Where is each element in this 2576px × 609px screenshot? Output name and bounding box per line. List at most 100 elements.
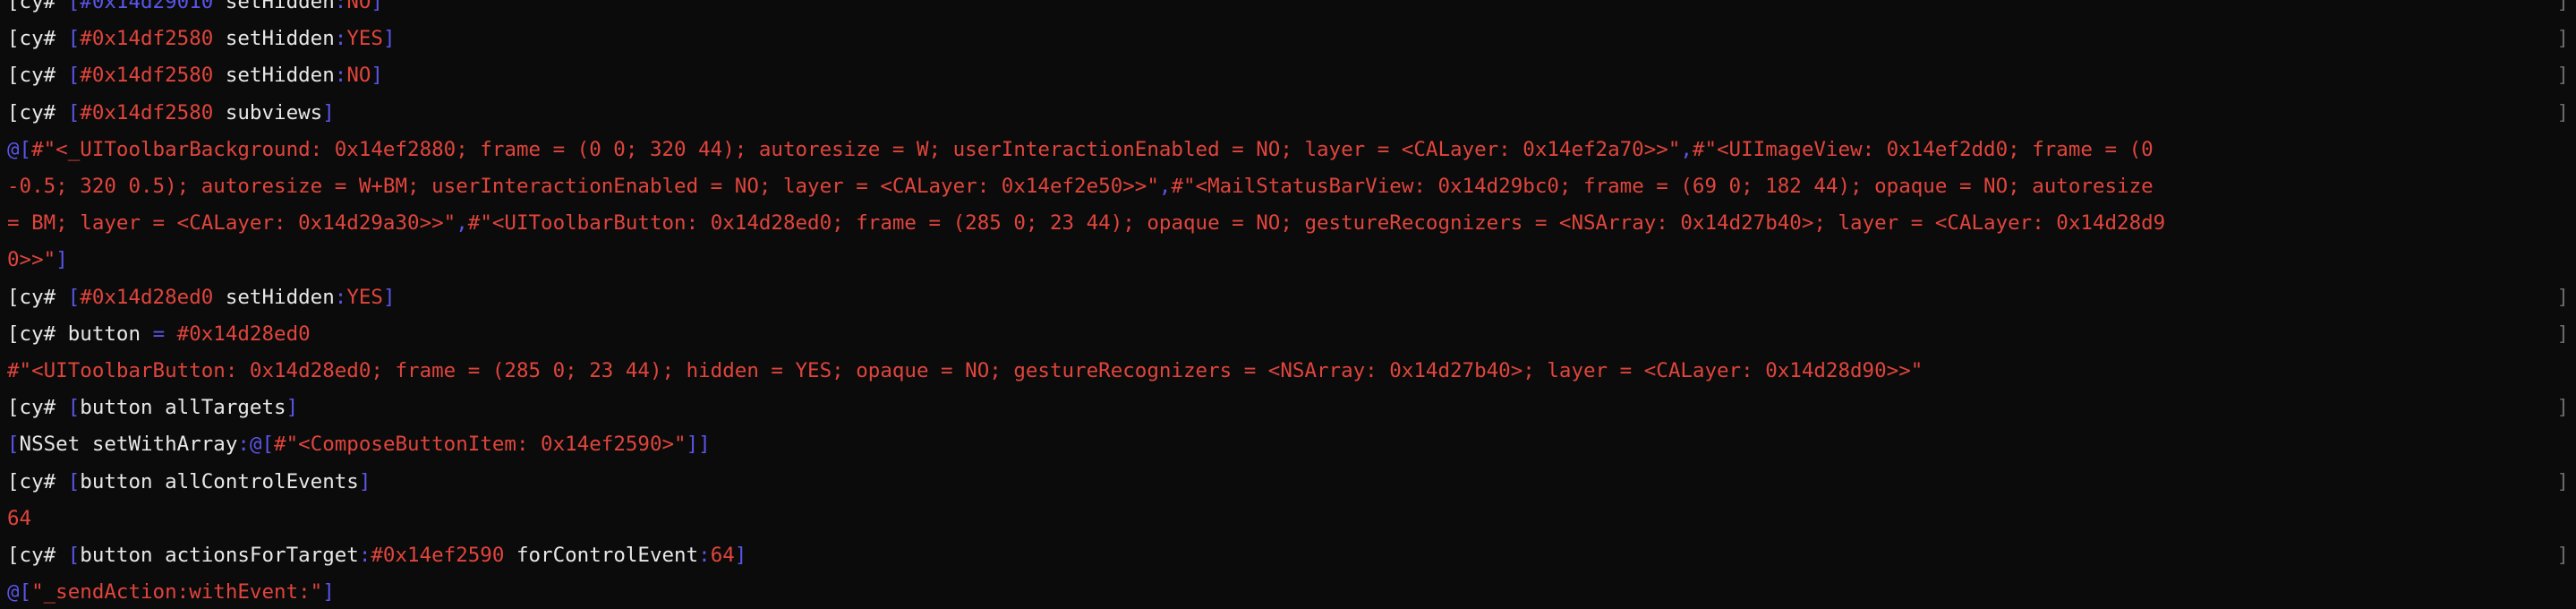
terminal-token: setHidden — [213, 27, 335, 51]
terminal-line: -0.5; 320 0.5); autoresize = W+BM; userI… — [0, 169, 2576, 203]
terminal-line-text: #"<UIToolbarButton: 0x14d28ed0; frame = … — [7, 354, 1923, 388]
terminal-token: button — [67, 322, 153, 346]
terminal-line-text: @[#"<_UIToolbarBackground: 0x14ef2880; f… — [7, 133, 2154, 167]
terminal-window[interactable]: [cy# [#0x14d29010 setHidden:NO]] [cy# [#0… — [0, 0, 2576, 604]
terminal-line-text: [cy# [#0x14d29010 setHidden:NO] — [7, 0, 383, 19]
terminal-token: 64 — [7, 506, 32, 530]
terminal-line-text: [cy# [#0x14df2580 setHidden:YES] — [7, 21, 396, 56]
terminal-token: #0x14df2580 — [80, 64, 214, 88]
terminal-token: : — [237, 433, 250, 457]
terminal-token: ] — [382, 285, 396, 309]
terminal-token: -0.5; 320 0.5); autoresize = W+BM; userI… — [7, 175, 1159, 198]
terminal-token: = — [152, 322, 166, 346]
terminal-token: # — [274, 433, 286, 457]
terminal-token: : — [334, 27, 347, 51]
terminal-token: ] — [322, 100, 335, 124]
terminal-token: @[ — [7, 137, 32, 161]
terminal-line: [cy# button = #0x14d28ed0] — [0, 317, 2576, 351]
terminal-line-text: [cy# [button allControlEvents] — [7, 465, 371, 499]
terminal-line-text: 0>>"] — [7, 243, 68, 277]
terminal-token: [ — [7, 544, 20, 567]
terminal-line: @[#"<_UIToolbarBackground: 0x14ef2880; f… — [0, 133, 2576, 167]
terminal-token: [ — [7, 285, 20, 309]
terminal-line: [cy# [#0x14df2580 setHidden:YES]] — [0, 21, 2576, 56]
terminal-token: [ — [67, 100, 81, 124]
line-edge-marker: ] — [2556, 64, 2569, 88]
terminal-line-text: [cy# [#0x14d28ed0 setHidden:YES] — [7, 280, 396, 314]
terminal-token: cy# — [19, 27, 68, 51]
terminal-line-text: [cy# [#0x14df2580 subviews] — [7, 96, 335, 130]
terminal-token: , — [1680, 137, 1693, 161]
terminal-line: @["_sendAction:withEvent:"] — [0, 575, 2576, 609]
terminal-token: cy# — [19, 285, 68, 309]
terminal-line: #"<UIToolbarButton: 0x14d28ed0; frame = … — [0, 354, 2576, 388]
terminal-token: cy# — [19, 396, 68, 420]
terminal-token: [ — [67, 396, 81, 420]
terminal-token: # — [31, 137, 44, 161]
terminal-line: [cy# [button actionsForTarget:#0x14ef259… — [0, 538, 2576, 572]
terminal-token: setHidden — [213, 285, 335, 309]
terminal-token: [ — [7, 469, 20, 493]
terminal-token: [ — [7, 322, 20, 346]
line-edge-marker: ] — [2556, 396, 2569, 420]
terminal-token: #0x14df2580 — [80, 100, 214, 124]
terminal-line-text: [cy# [button allTargets] — [7, 390, 298, 425]
terminal-token: ] — [371, 0, 383, 13]
terminal-line-text: [cy# button = #0x14d28ed0 — [7, 317, 311, 351]
line-edge-marker: ] — [2556, 0, 2569, 13]
terminal-token: ] — [55, 248, 68, 272]
terminal-line: [cy# [#0x14df2580 subviews]] — [0, 96, 2576, 130]
terminal-token: [ — [7, 64, 20, 88]
line-edge-marker: ] — [2556, 322, 2569, 346]
terminal-line-text: [cy# [button actionsForTarget:#0x14ef259… — [7, 538, 746, 572]
terminal-token: [ — [67, 469, 81, 493]
terminal-token: ] — [734, 544, 747, 567]
terminal-token: cy# — [19, 0, 68, 13]
terminal-token: #0x14ef2590 — [371, 544, 505, 567]
terminal-token: , — [1158, 175, 1172, 198]
terminal-token: 0>>" — [7, 248, 56, 272]
terminal-line: [NSSet setWithArray:@[#"<ComposeButtonIt… — [0, 427, 2576, 461]
terminal-token: [ — [67, 27, 81, 51]
line-edge-marker: ] — [2556, 469, 2569, 493]
terminal-token: ] — [322, 580, 335, 605]
terminal-token: cy# — [19, 100, 68, 124]
terminal-token: subviews — [213, 100, 323, 124]
terminal-token: "<MailStatusBarView: 0x14d29bc0; frame =… — [1182, 175, 2154, 198]
terminal-token: [ — [7, 27, 20, 51]
terminal-token: #0x14d28ed0 — [176, 322, 311, 346]
terminal-token: forControlEvent — [504, 544, 699, 567]
terminal-token: ] — [382, 27, 396, 51]
terminal-token: cy# — [19, 469, 68, 493]
terminal-line-text: [NSSet setWithArray:@[#"<ComposeButtonIt… — [7, 427, 711, 461]
terminal-token: cy# — [19, 64, 68, 88]
line-edge-marker: ] — [2556, 100, 2569, 124]
terminal-token: "<UIToolbarButton: 0x14d28ed0; frame = (… — [480, 211, 2166, 236]
terminal-token: ] — [358, 469, 371, 493]
terminal-line: [cy# [button allTargets]] — [0, 390, 2576, 425]
terminal-line: [cy# [button allControlEvents]] — [0, 465, 2576, 499]
terminal-token: = BM; layer = <CALayer: 0x14d29a30>>" — [7, 211, 456, 236]
line-edge-marker: ] — [2556, 27, 2569, 51]
terminal-token: #0x14df2580 — [80, 27, 214, 51]
terminal-token: setHidden — [213, 0, 335, 13]
terminal-line: [cy# [#0x14d28ed0 setHidden:YES]] — [0, 280, 2576, 314]
terminal-token: [ — [7, 100, 20, 124]
terminal-token: NSSet setWithArray — [19, 433, 238, 457]
terminal-token: [ — [67, 544, 81, 567]
line-edge-marker: ] — [2556, 285, 2569, 309]
line-edge-marker: ] — [2556, 544, 2569, 567]
terminal-token: [ — [7, 433, 20, 457]
terminal-token: : — [334, 285, 347, 309]
terminal-line-text: @["_sendAction:withEvent:"] — [7, 575, 335, 609]
terminal-token: #0x14d28ed0 — [80, 285, 214, 309]
terminal-token: # — [1692, 137, 1705, 161]
terminal-token: NO — [346, 64, 371, 88]
terminal-line: 0>>"] — [0, 243, 2576, 277]
terminal-token: YES — [346, 285, 383, 309]
terminal-line-text: -0.5; 320 0.5); autoresize = W+BM; userI… — [7, 169, 2154, 203]
terminal-token: : — [358, 544, 371, 567]
terminal-token: : — [334, 0, 347, 13]
terminal-token: "<ComposeButtonItem: 0x14ef2590>" — [286, 433, 687, 457]
terminal-token: [ — [67, 0, 81, 13]
